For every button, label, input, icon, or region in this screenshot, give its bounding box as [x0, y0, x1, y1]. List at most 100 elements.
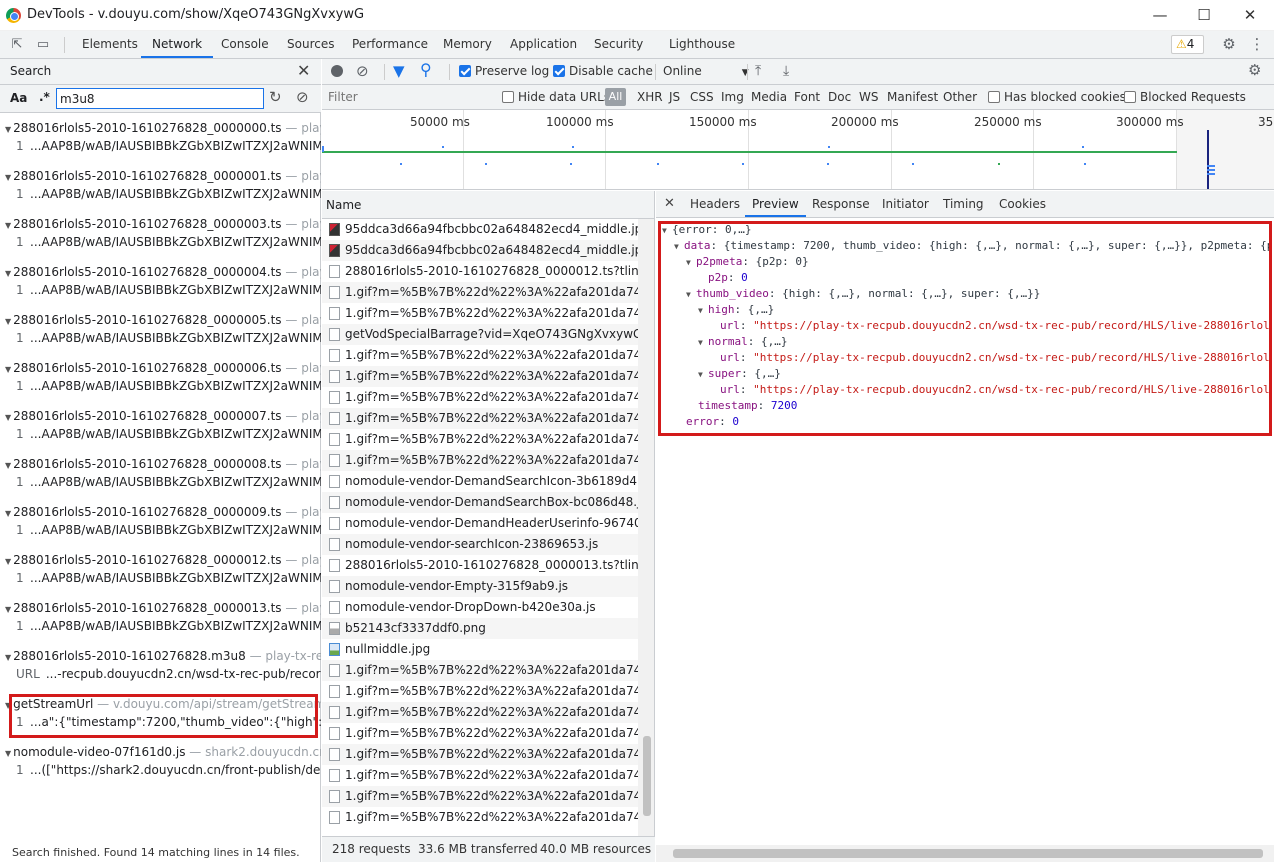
search-result-match[interactable]: 1 ...AAP8B/wAB/IAUSBIBBkZGbXBIZwITZXJ2aWN…: [16, 619, 321, 633]
request-row[interactable]: 288016rlols5-2010-1610276828_0000013.ts?…: [322, 555, 638, 576]
more-options-icon[interactable]: ⋮: [1248, 35, 1266, 53]
search-result-match[interactable]: 1 ...AAP8B/wAB/IAUSBIBBkZGbXBIZwITZXJ2aWN…: [16, 475, 321, 489]
search-result-file[interactable]: ▼ 288016rlols5-2010-1610276828_0000012.ts…: [5, 553, 321, 567]
type-filter-media[interactable]: Media: [751, 90, 787, 104]
tab-initiator[interactable]: Initiator: [882, 191, 929, 217]
request-row[interactable]: 1.gif?m=%5B%7B%22d%22%3A%22afa201da74fcc…: [322, 723, 638, 744]
type-filter-font[interactable]: Font: [794, 90, 820, 104]
search-result-file[interactable]: ▼ 288016rlols5-2010-1610276828_0000001.ts…: [5, 169, 321, 183]
search-result-match[interactable]: 1 ...AAP8B/wAB/IAUSBIBBkZGbXBIZwITZXJ2aWN…: [16, 523, 321, 537]
search-result-match[interactable]: 1 ...AAP8B/wAB/IAUSBIBBkZGbXBIZwITZXJ2aWN…: [16, 571, 321, 585]
filter-icon[interactable]: ▼: [393, 62, 405, 80]
search-input[interactable]: [56, 88, 264, 109]
tab-preview[interactable]: Preview: [745, 191, 806, 217]
settings-gear-icon[interactable]: ⚙: [1220, 35, 1238, 53]
request-row[interactable]: nomodule-vendor-DemandSearchBox-bc086d48…: [322, 492, 638, 513]
has-blocked-cookies-checkbox[interactable]: Has blocked cookies: [988, 90, 1126, 104]
tab-elements[interactable]: Elements: [82, 31, 138, 58]
search-result-item[interactable]: ▼ 288016rlols5-2010-1610276828_0000007.ts…: [0, 403, 321, 451]
request-row[interactable]: 1.gif?m=%5B%7B%22d%22%3A%22afa201da74fcc…: [322, 744, 638, 765]
request-row[interactable]: 95ddca3d66a94fbcbbc02a648482ecd4_middle.…: [322, 219, 638, 240]
device-toolbar-icon[interactable]: ▭: [34, 36, 52, 54]
search-result-match[interactable]: 1 ...AAP8B/wAB/IAUSBIBBkZGbXBIZwITZXJ2aWN…: [16, 427, 321, 441]
request-row[interactable]: 1.gif?m=%5B%7B%22d%22%3A%22afa201da74fcc…: [322, 345, 638, 366]
match-case-button[interactable]: Aa: [10, 91, 27, 105]
type-filter-xhr[interactable]: XHR: [637, 90, 663, 104]
regex-button[interactable]: .*: [39, 90, 50, 104]
search-result-file[interactable]: ▼ 288016rlols5-2010-1610276828_0000004.ts…: [5, 265, 321, 279]
request-row-partial[interactable]: [322, 208, 638, 219]
search-result-file[interactable]: ▼ 288016rlols5-2010-1610276828_0000013.ts…: [5, 601, 321, 615]
search-result-file[interactable]: ▼ 288016rlols5-2010-1610276828_0000000.ts…: [5, 121, 321, 135]
tab-headers[interactable]: Headers: [690, 191, 740, 217]
search-result-match[interactable]: 1 ...AAP8B/wAB/IAUSBIBBkZGbXBIZwITZXJ2aWN…: [16, 331, 321, 345]
issues-badge[interactable]: ⚠4: [1171, 35, 1204, 54]
request-row[interactable]: 1.gif?m=%5B%7B%22d%22%3A%22afa201da74fcc…: [322, 681, 638, 702]
search-result-item[interactable]: ▼ 288016rlols5-2010-1610276828_0000008.ts…: [0, 451, 321, 499]
request-row[interactable]: 1.gif?m=%5B%7B%22d%22%3A%22afa201da74fcc…: [322, 765, 638, 786]
search-result-item[interactable]: ▼ 288016rlols5-2010-1610276828.m3u8 — pla…: [0, 643, 321, 691]
close-detail-icon[interactable]: ✕: [664, 196, 675, 211]
search-result-item[interactable]: ▼ 288016rlols5-2010-1610276828_0000005.ts…: [0, 307, 321, 355]
refresh-search-icon[interactable]: ↻: [269, 88, 282, 106]
preserve-log-checkbox[interactable]: Preserve log: [459, 64, 549, 78]
search-result-item[interactable]: ▼ nomodule-video-07f161d0.js — shark2.dou…: [0, 739, 321, 787]
request-row[interactable]: 288016rlols5-2010-1610276828_0000012.ts?…: [322, 261, 638, 282]
throttle-select[interactable]: Online ▼: [663, 64, 749, 78]
tab-performance[interactable]: Performance: [352, 31, 428, 58]
search-icon[interactable]: ⚲: [420, 61, 432, 79]
request-row[interactable]: nomodule-vendor-DemandSearchIcon-3b6189d…: [322, 471, 638, 492]
search-result-item[interactable]: ▼ 288016rlols5-2010-1610276828_0000012.ts…: [0, 547, 321, 595]
search-result-file[interactable]: ▼ 288016rlols5-2010-1610276828_0000008.ts…: [5, 457, 321, 471]
type-filter-manifest[interactable]: Manifest: [887, 90, 938, 104]
minimize-icon[interactable]: —: [1148, 4, 1172, 26]
close-search-icon[interactable]: ✕: [297, 61, 310, 80]
search-result-item[interactable]: ▼ 288016rlols5-2010-1610276828_0000003.ts…: [0, 211, 321, 259]
request-row[interactable]: getVodSpecialBarrage?vid=XqeO743GNgXvxyw…: [322, 324, 638, 345]
request-row[interactable]: 1.gif?m=%5B%7B%22d%22%3A%22afa201da74fcc…: [322, 408, 638, 429]
network-settings-gear-icon[interactable]: ⚙: [1248, 61, 1261, 79]
search-result-match[interactable]: 1 ...AAP8B/wAB/IAUSBIBBkZGbXBIZwITZXJ2aWN…: [16, 187, 321, 201]
tab-response[interactable]: Response: [812, 191, 870, 217]
type-filter-doc[interactable]: Doc: [828, 90, 851, 104]
tab-memory[interactable]: Memory: [443, 31, 492, 58]
search-result-file[interactable]: ▼ 288016rlols5-2010-1610276828_0000005.ts…: [5, 313, 321, 327]
search-result-file[interactable]: ▼ 288016rlols5-2010-1610276828_0000007.ts…: [5, 409, 321, 423]
record-icon[interactable]: [331, 65, 343, 77]
request-row[interactable]: 1.gif?m=%5B%7B%22d%22%3A%22afa201da74fcc…: [322, 786, 638, 807]
request-row[interactable]: 1.gif?m=%5B%7B%22d%22%3A%22afa201da74fcc…: [322, 450, 638, 471]
request-row[interactable]: nomodule-vendor-Empty-315f9ab9.js: [322, 576, 638, 597]
maximize-icon[interactable]: ☐: [1192, 4, 1216, 26]
search-result-file[interactable]: ▼ 288016rlols5-2010-1610276828_0000006.ts…: [5, 361, 321, 375]
export-har-icon[interactable]: ⤓: [783, 62, 789, 80]
tab-lighthouse[interactable]: Lighthouse: [669, 31, 735, 58]
search-result-match[interactable]: 1 ...(["https://shark2.douyucdn.cn/front-…: [16, 763, 321, 777]
tab-console[interactable]: Console: [221, 31, 269, 58]
request-row[interactable]: nomodule-vendor-DemandHeaderUserinfo-967…: [322, 513, 638, 534]
request-row[interactable]: 1.gif?m=%5B%7B%22d%22%3A%22afa201da74fcc…: [322, 429, 638, 450]
type-filter-img[interactable]: Img: [721, 90, 744, 104]
import-har-icon[interactable]: ⤒: [755, 62, 761, 80]
tab-application[interactable]: Application: [510, 31, 577, 58]
search-result-item[interactable]: ▼ 288016rlols5-2010-1610276828_0000000.ts…: [0, 115, 321, 163]
request-row[interactable]: 1.gif?m=%5B%7B%22d%22%3A%22afa201da74fcc…: [322, 303, 638, 324]
search-result-item[interactable]: ▼ 288016rlols5-2010-1610276828_0000006.ts…: [0, 355, 321, 403]
inspect-element-icon[interactable]: ⇱: [8, 36, 26, 54]
type-filter-css[interactable]: CSS: [690, 90, 714, 104]
request-row[interactable]: b52143cf3337ddf0.png: [322, 618, 638, 639]
tab-timing[interactable]: Timing: [943, 191, 984, 217]
search-result-file[interactable]: ▼ nomodule-video-07f161d0.js — shark2.dou…: [5, 745, 321, 759]
search-result-item[interactable]: ▼ 288016rlols5-2010-1610276828_0000009.ts…: [0, 499, 321, 547]
request-row[interactable]: 95ddca3d66a94fbcbbc02a648482ecd4_middle.…: [322, 240, 638, 261]
close-window-icon[interactable]: ✕: [1238, 4, 1262, 26]
tab-network[interactable]: Network: [141, 31, 214, 58]
hide-data-urls-checkbox[interactable]: Hide data URLs: [502, 90, 610, 104]
type-filter-other[interactable]: Other: [943, 90, 977, 104]
tab-cookies[interactable]: Cookies: [999, 191, 1046, 217]
clear-log-icon[interactable]: ⊘: [356, 62, 369, 80]
scrollbar-thumb[interactable]: [643, 736, 651, 816]
search-result-file[interactable]: ▼ 288016rlols5-2010-1610276828_0000009.ts…: [5, 505, 321, 519]
request-row[interactable]: 1.gif?m=%5B%7B%22d%22%3A%22afa201da74fcc…: [322, 366, 638, 387]
tab-sources[interactable]: Sources: [287, 31, 334, 58]
request-row[interactable]: 1.gif?m=%5B%7B%22d%22%3A%22afa201da74fcc…: [322, 807, 638, 828]
